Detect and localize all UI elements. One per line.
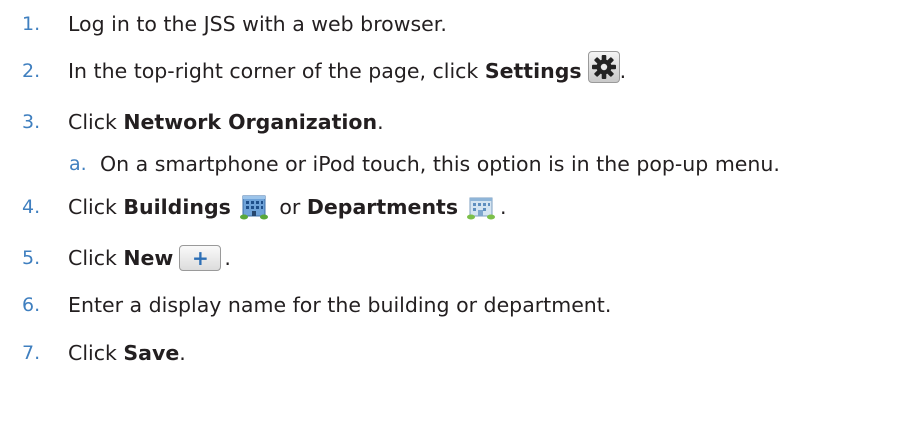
step-text-mid: or: [272, 195, 307, 219]
step-text: Click Save.: [68, 341, 186, 365]
step-text-post: .: [224, 246, 231, 270]
step-text-pre: Click: [68, 341, 124, 365]
step-text-content: Enter a display name for the building or…: [68, 293, 612, 317]
step-text-content: On a smartphone or iPod touch, this opti…: [100, 152, 780, 176]
buildings-label: Buildings: [123, 195, 231, 219]
step-text-post: .: [619, 59, 627, 83]
step-text: Click New +.: [68, 245, 231, 271]
step-number: 4.: [22, 196, 41, 218]
step-text: Log in to the JSS with a web browser.: [68, 12, 447, 36]
step-text-content: Log in to the JSS with a web browser.: [68, 12, 447, 36]
step-text-post: .: [377, 110, 384, 134]
step-text: Click Buildings or Departments .: [68, 194, 507, 220]
step-text: On a smartphone or iPod touch, this opti…: [100, 152, 780, 176]
step-text-pre: Click: [68, 246, 124, 270]
building-icon: [239, 194, 269, 220]
step-number: 6.: [22, 294, 41, 316]
step-text-post: .: [179, 341, 186, 365]
new-label: New: [123, 246, 174, 270]
instruction-steps: 1. Log in to the JSS with a web browser.…: [0, 0, 922, 429]
step-text: Enter a display name for the building or…: [68, 293, 611, 317]
departments-label: Departments: [306, 195, 459, 219]
step-text-post: .: [500, 195, 507, 219]
step-text-pre: In the top-right corner of the page, cli…: [68, 59, 485, 83]
save-label: Save: [123, 341, 180, 365]
gear-icon: [587, 51, 620, 83]
step-text: In the top-right corner of the page, cli…: [68, 51, 627, 87]
step-number: 5.: [22, 247, 41, 269]
step-text-pre: Click: [68, 195, 124, 219]
step-text: Click Network Organization.: [68, 110, 384, 134]
step-text-pre: Click: [68, 110, 124, 134]
step-number: 1.: [22, 13, 41, 35]
step-number: 3.: [22, 111, 41, 133]
step-number: 2.: [22, 60, 41, 82]
departments-icon: [466, 194, 496, 220]
network-organization-label: Network Organization: [123, 110, 378, 134]
settings-label: Settings: [484, 59, 582, 83]
step-number: 7.: [22, 342, 41, 364]
plus-icon: +: [179, 245, 222, 271]
